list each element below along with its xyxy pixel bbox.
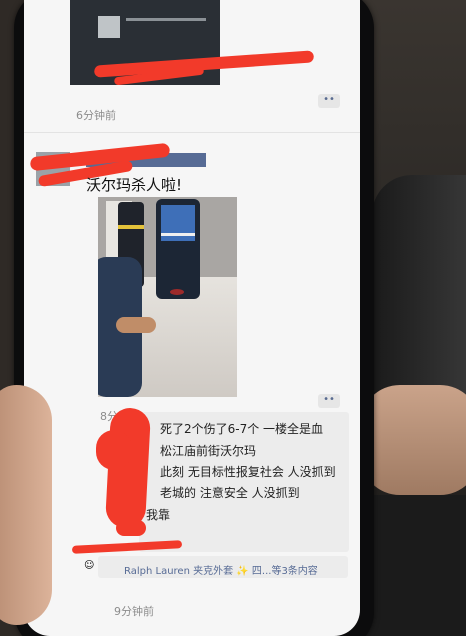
- bystander-arm: [116, 317, 156, 333]
- more-options-icon[interactable]: ••: [318, 94, 340, 108]
- hand-thumb: [0, 385, 52, 625]
- comment-line: 老城的 注意安全 人没抓到: [160, 486, 300, 500]
- post-text: 沃尔玛杀人啦!: [86, 176, 183, 194]
- phone-screen: 6分钟前 •• 沃尔玛杀人啦! 8分钟前 •• 死了2个伤了6-7个 一楼全是血…: [24, 0, 360, 636]
- comment-line: 我靠: [146, 508, 171, 522]
- comment-line: 死了2个伤了6-7个 一楼全是血: [160, 422, 324, 436]
- redaction-mark: [116, 520, 146, 536]
- reflective-stripe: [118, 225, 144, 229]
- comment-line: 此刻 无目标性报复社会 人没抓到: [160, 465, 336, 479]
- background-arm: [360, 385, 466, 495]
- qr-code-icon: [98, 16, 120, 38]
- background-floor: [360, 495, 466, 636]
- more-options-icon[interactable]: ••: [318, 394, 340, 408]
- like-emoji-icon: ☺: [84, 560, 95, 571]
- vest-stripe: [161, 233, 195, 236]
- divider: [24, 132, 360, 133]
- post-photo[interactable]: [98, 197, 237, 397]
- photo-scene: 6分钟前 •• 沃尔玛杀人啦! 8分钟前 •• 死了2个伤了6-7个 一楼全是血…: [0, 0, 466, 636]
- post-timestamp: 9分钟前: [114, 605, 154, 618]
- likes-text[interactable]: Ralph Lauren 夹克外套 ✨ 四...等3条内容: [124, 562, 318, 577]
- post-timestamp: 6分钟前: [76, 109, 116, 122]
- redaction-mark: [96, 430, 132, 470]
- comment-line: 松江庙前街沃尔玛: [160, 444, 257, 458]
- card-text-line: [126, 18, 206, 21]
- floor-stain: [170, 289, 184, 295]
